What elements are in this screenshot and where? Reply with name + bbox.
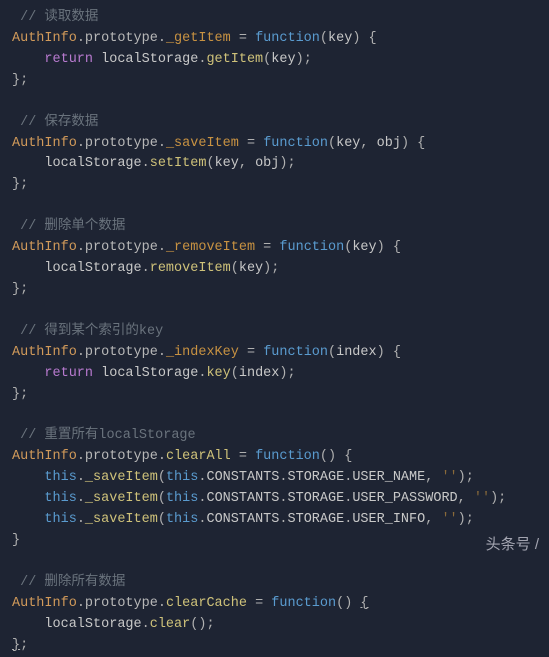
code-block: // 读取数据 AuthInfo.prototype._getItem = fu… bbox=[12, 8, 537, 657]
comment-read: // 读取数据 bbox=[20, 10, 98, 25]
method-removeitem: _removeItem bbox=[166, 240, 255, 255]
method-clearall: clearAll bbox=[166, 449, 231, 464]
comment-remove: // 删除单个数据 bbox=[20, 219, 125, 234]
method-clearcache: clearCache bbox=[166, 596, 247, 611]
class-name: AuthInfo bbox=[12, 31, 77, 46]
comment-indexkey: // 得到某个索引的key bbox=[20, 324, 163, 339]
method-saveitem: _saveItem bbox=[166, 136, 239, 151]
comment-clear: // 删除所有数据 bbox=[20, 575, 125, 590]
method-indexkey: _indexKey bbox=[166, 345, 239, 360]
comment-save: // 保存数据 bbox=[20, 115, 98, 130]
method-getitem: _getItem bbox=[166, 31, 231, 46]
watermark: 头条号 / bbox=[486, 533, 539, 556]
comment-reset: // 重置所有localStorage bbox=[20, 428, 196, 443]
